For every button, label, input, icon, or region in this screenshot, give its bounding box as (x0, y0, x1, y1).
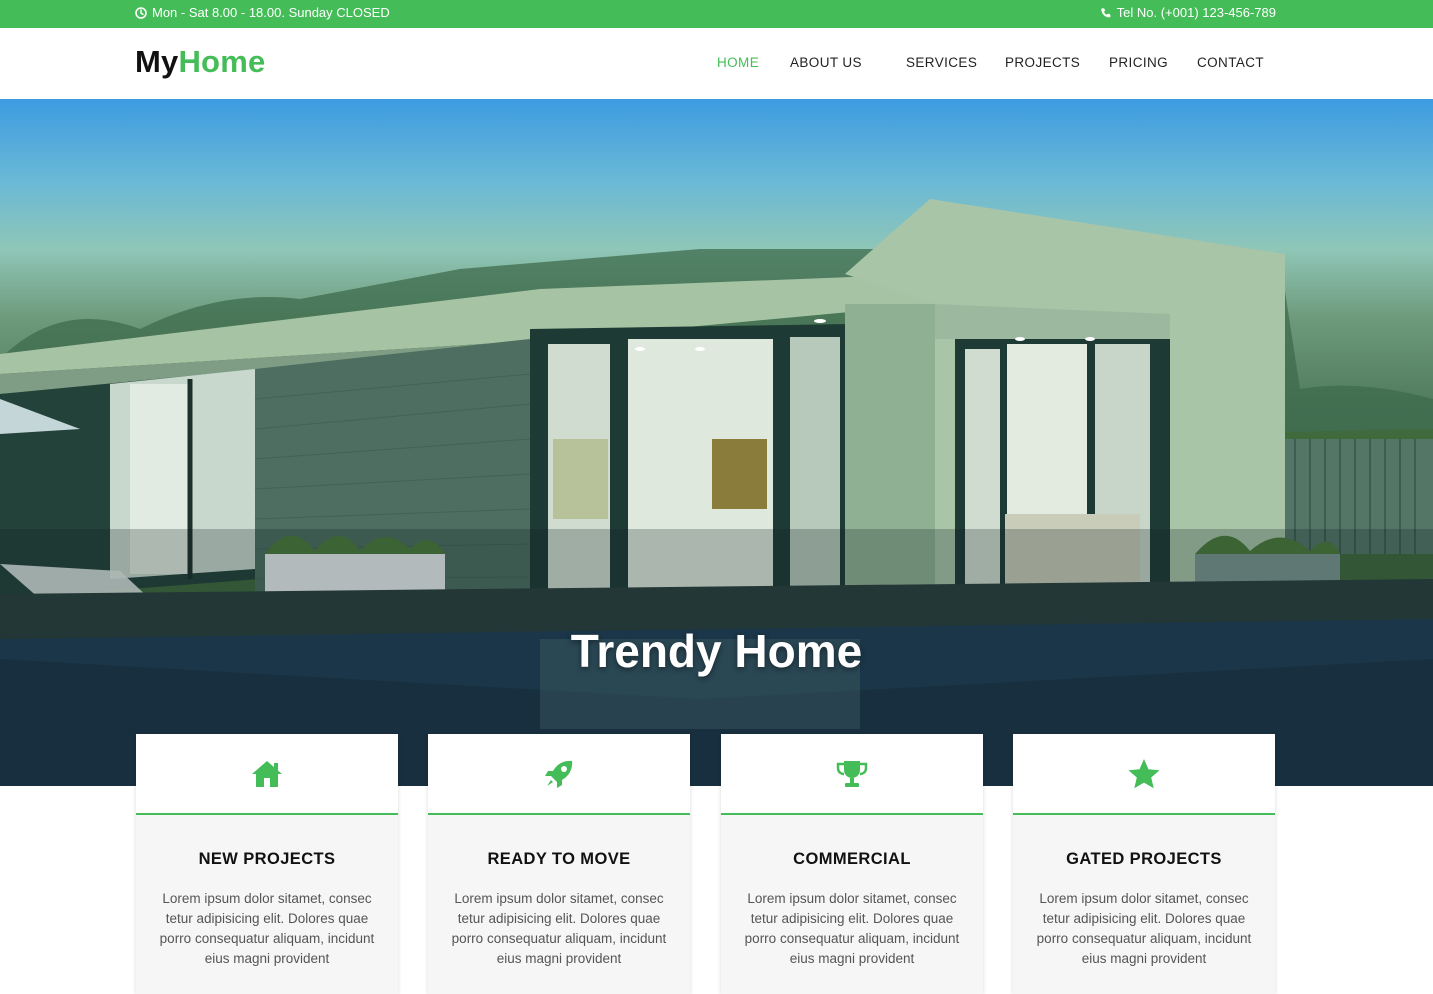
opening-hours: Mon - Sat 8.00 - 18.00. Sunday CLOSED (135, 5, 390, 20)
feature-cards: NEW PROJECTS Lorem ipsum dolor sitamet, … (0, 734, 1433, 994)
nav-item-projects[interactable]: PROJECTS (1005, 55, 1080, 70)
feature-icon-box (428, 734, 690, 815)
phone-icon (1100, 7, 1112, 19)
feature-text: Lorem ipsum dolor sitamet, consec tetur … (1036, 891, 1252, 966)
hero-banner: Trendy Home (0, 99, 1433, 786)
phone-number[interactable]: Tel No. (+001) 123-456-789 (1100, 5, 1276, 20)
nav-item-about-us[interactable]: ABOUT US (790, 55, 862, 70)
feature-title: READY TO MOVE (487, 850, 631, 868)
rocket-icon (542, 757, 576, 791)
feature-text: Lorem ipsum dolor sitamet, consec tetur … (451, 891, 667, 966)
phone-number-text: Tel No. (+001) 123-456-789 (1116, 5, 1276, 20)
feature-card-ready-to-move[interactable]: READY TO MOVE Lorem ipsum dolor sitamet,… (428, 734, 690, 994)
opening-hours-text: Mon - Sat 8.00 - 18.00. Sunday CLOSED (152, 5, 390, 20)
feature-card-gated-projects[interactable]: GATED PROJECTS Lorem ipsum dolor sitamet… (1013, 734, 1275, 994)
star-icon (1127, 757, 1161, 791)
feature-title: GATED PROJECTS (1066, 850, 1222, 868)
hero-house-image (0, 199, 1433, 786)
top-info-bar: Mon - Sat 8.00 - 18.00. Sunday CLOSED Te… (0, 0, 1433, 28)
nav-item-home[interactable]: HOME (717, 55, 759, 70)
nav-item-pricing[interactable]: PRICING (1109, 55, 1168, 70)
feature-title: COMMERCIAL (793, 850, 911, 868)
feature-icon-box (721, 734, 983, 815)
main-navbar: MyHome HOME ABOUT US SERVICES PROJECTS P… (0, 28, 1433, 99)
nav-menu: HOME ABOUT US SERVICES PROJECTS PRICING … (0, 55, 1433, 73)
feature-icon-box (136, 734, 398, 815)
nav-item-services[interactable]: SERVICES (906, 55, 977, 70)
hero-title: Trendy Home (570, 625, 863, 677)
home-icon (250, 757, 284, 791)
feature-card-commercial[interactable]: COMMERCIAL Lorem ipsum dolor sitamet, co… (721, 734, 983, 994)
clock-icon (135, 6, 147, 19)
feature-title: NEW PROJECTS (198, 850, 336, 868)
nav-item-contact[interactable]: CONTACT (1197, 55, 1264, 70)
feature-text: Lorem ipsum dolor sitamet, consec tetur … (744, 891, 960, 966)
feature-icon-box (1013, 734, 1275, 815)
trophy-icon (835, 757, 869, 791)
feature-text: Lorem ipsum dolor sitamet, consec tetur … (159, 891, 375, 966)
feature-card-new-projects[interactable]: NEW PROJECTS Lorem ipsum dolor sitamet, … (136, 734, 398, 994)
